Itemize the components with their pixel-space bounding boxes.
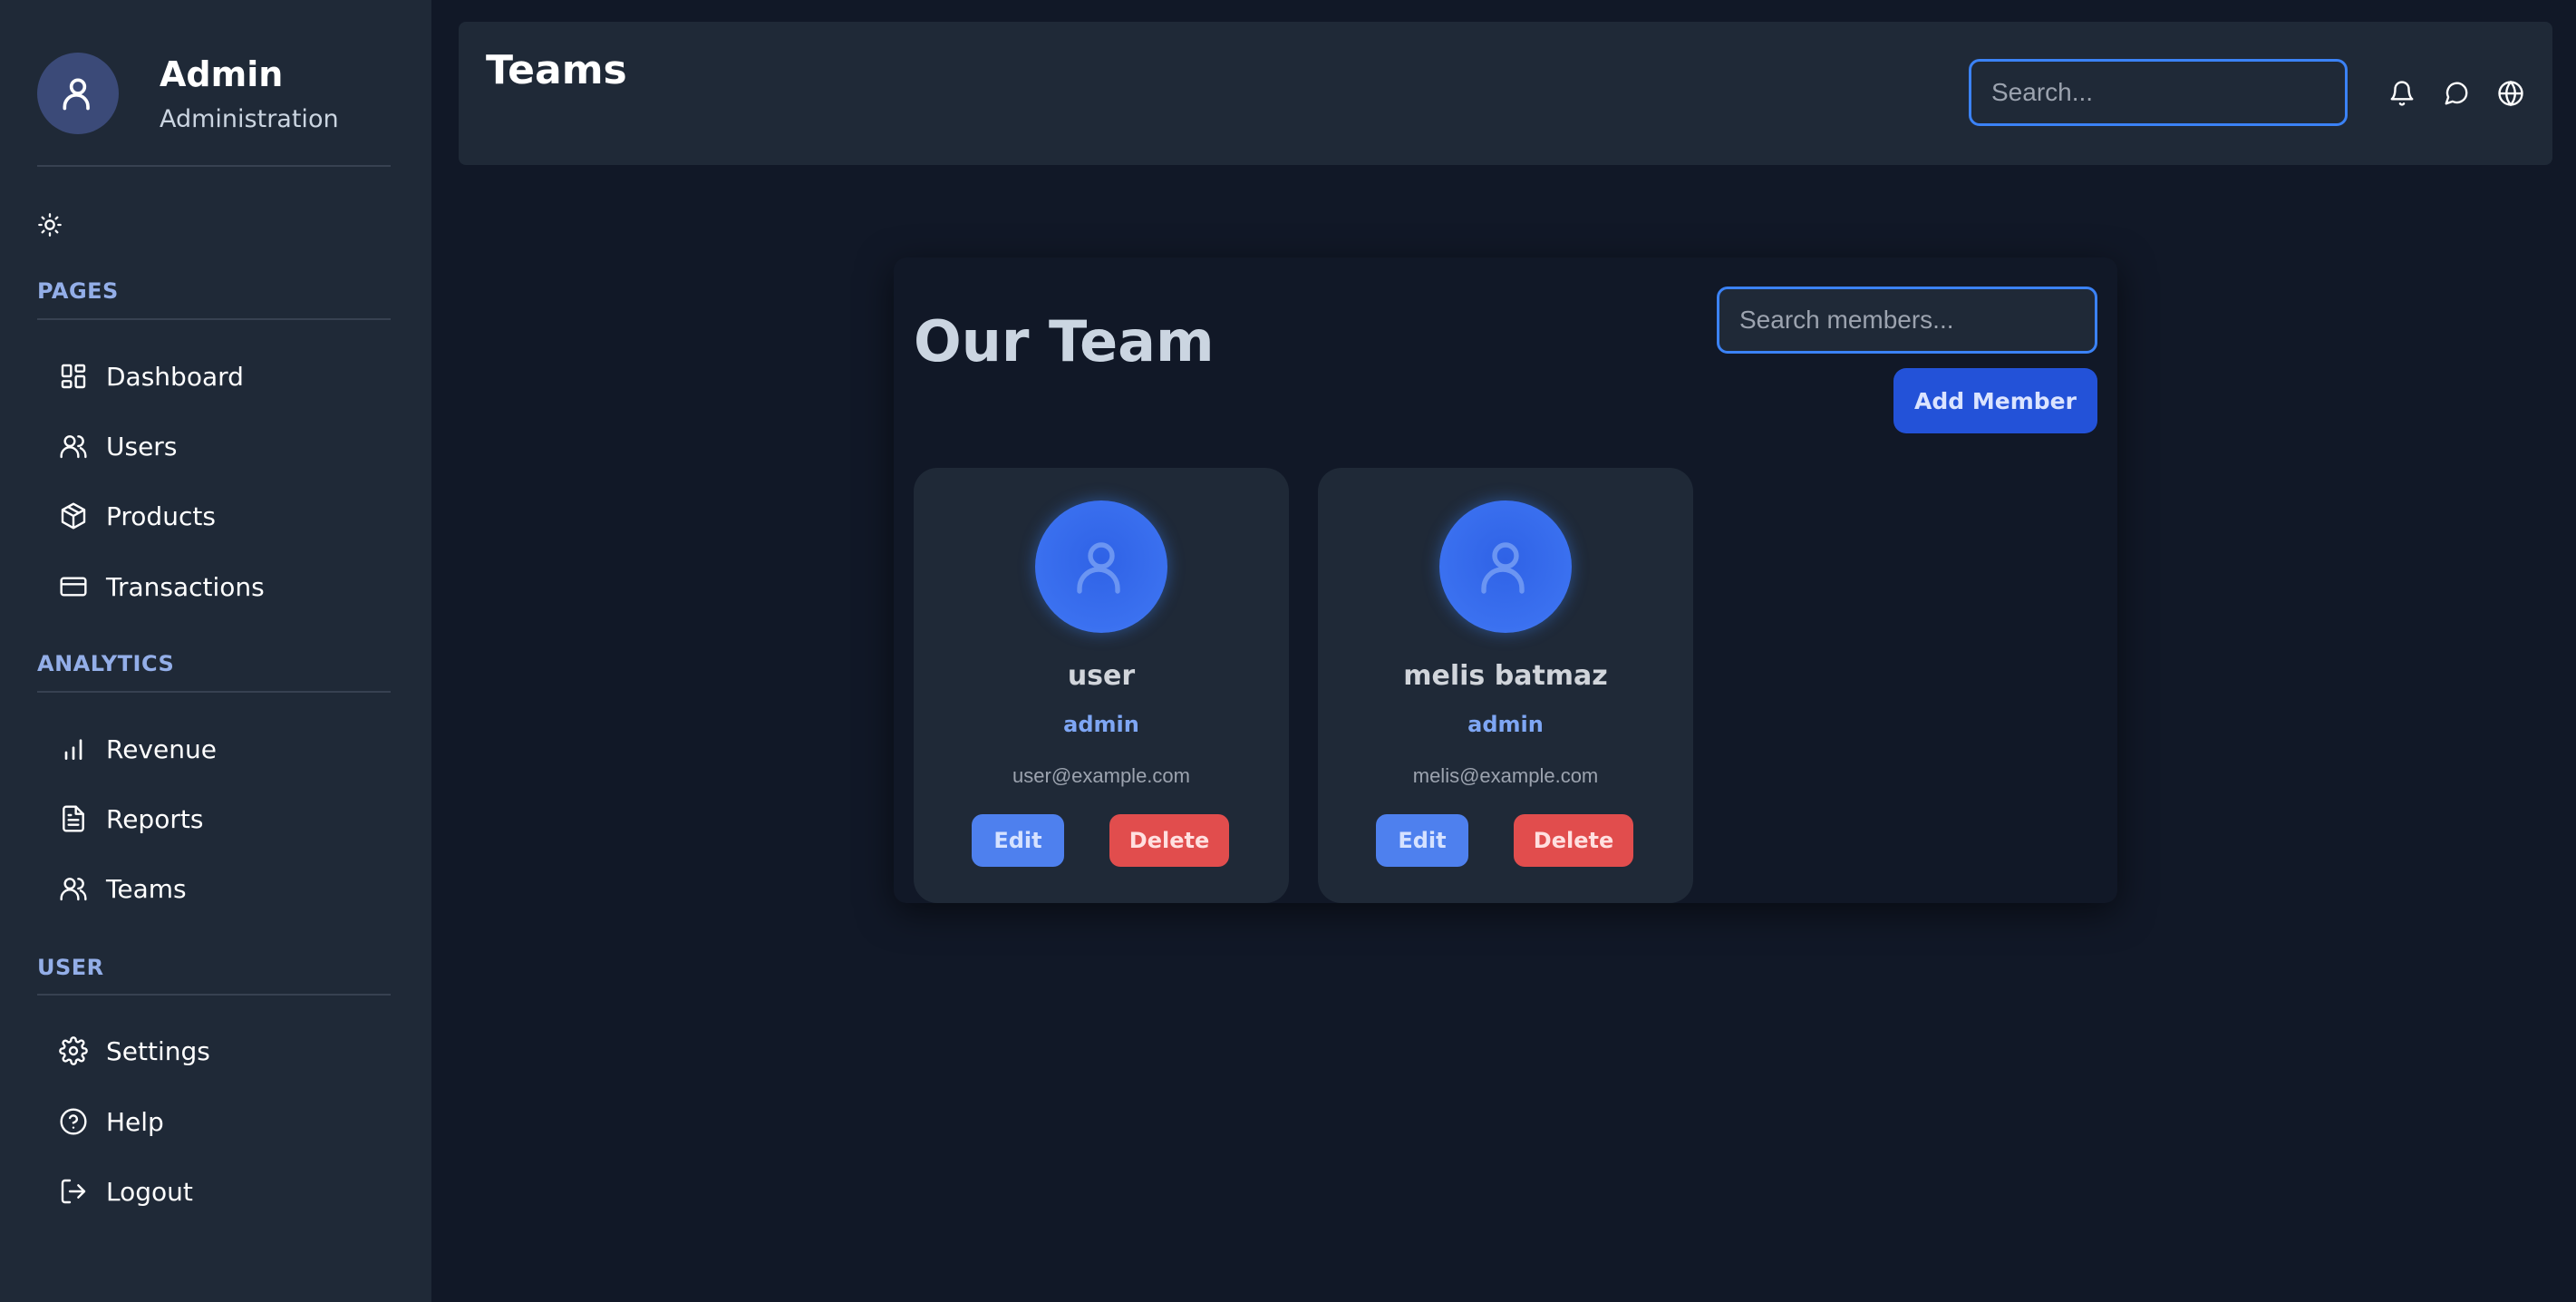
sidebar-item-label: Products xyxy=(106,500,216,531)
bar-chart-icon xyxy=(58,734,89,764)
user-icon xyxy=(63,78,90,111)
sidebar-item-dashboard[interactable]: Dashboard xyxy=(58,349,402,403)
sidebar-item-label: Logout xyxy=(106,1176,193,1207)
sidebar-item-label: Help xyxy=(106,1106,164,1137)
member-search-input[interactable] xyxy=(1717,287,2097,354)
language-button[interactable] xyxy=(2495,78,2526,109)
divider xyxy=(37,318,391,320)
sidebar-item-teams[interactable]: Teams xyxy=(58,861,402,916)
sidebar-item-products[interactable]: Products xyxy=(58,489,402,543)
gear-icon xyxy=(58,1035,89,1066)
delete-button[interactable]: Delete xyxy=(1514,814,1633,867)
sidebar-item-help[interactable]: Help xyxy=(58,1094,402,1149)
users-icon xyxy=(58,431,89,462)
bell-button[interactable] xyxy=(2387,78,2417,109)
edit-button[interactable]: Edit xyxy=(972,814,1064,867)
sidebar: Admin Administration PAGES Dashboard Use… xyxy=(0,0,431,1302)
sidebar-item-revenue[interactable]: Revenue xyxy=(58,722,402,776)
page-title: Teams xyxy=(486,47,627,93)
section-title-user: USER xyxy=(37,955,104,980)
bell-icon xyxy=(2390,81,2414,106)
add-member-button[interactable]: Add Member xyxy=(1893,368,2097,433)
section-title-pages: PAGES xyxy=(37,278,119,304)
sidebar-item-label: Reports xyxy=(106,803,204,834)
sidebar-item-label: Dashboard xyxy=(106,361,244,392)
profile: Admin Administration xyxy=(37,53,391,167)
chat-icon xyxy=(2445,82,2468,105)
logout-icon xyxy=(58,1176,89,1207)
delete-button[interactable]: Delete xyxy=(1109,814,1229,867)
sidebar-item-label: Teams xyxy=(106,873,187,904)
chat-button[interactable] xyxy=(2441,78,2472,109)
box-icon xyxy=(58,500,89,531)
member-avatar xyxy=(1035,500,1167,633)
member-email: melis@example.com xyxy=(1412,764,1599,787)
sun-icon xyxy=(38,213,62,237)
sidebar-item-logout[interactable]: Logout xyxy=(58,1164,402,1219)
sidebar-item-settings[interactable]: Settings xyxy=(58,1024,402,1078)
divider xyxy=(37,165,391,167)
users-icon xyxy=(58,873,89,904)
sidebar-item-label: Settings xyxy=(106,1035,210,1066)
sidebar-item-label: Users xyxy=(106,431,178,462)
member-card: user admin user@example.com Edit Delete xyxy=(914,468,1289,903)
profile-role: Administration xyxy=(160,105,339,133)
member-card: melis batmaz admin melis@example.com Edi… xyxy=(1318,468,1693,903)
member-role: admin xyxy=(1063,712,1139,737)
sidebar-item-label: Revenue xyxy=(106,734,217,764)
avatar[interactable] xyxy=(37,53,119,134)
top-bar: Teams xyxy=(459,22,2552,165)
team-heading: Our Team xyxy=(914,308,1215,374)
search-input[interactable] xyxy=(1969,59,2348,126)
member-name: user xyxy=(1067,660,1136,692)
theme-toggle[interactable] xyxy=(37,212,64,239)
help-circle-icon xyxy=(58,1106,89,1137)
bell-button[interactable] xyxy=(459,78,489,109)
sidebar-item-label: Transactions xyxy=(106,571,265,602)
dashboard-icon xyxy=(58,361,89,392)
sidebar-item-reports[interactable]: Reports xyxy=(58,792,402,846)
section-title-analytics: ANALYTICS xyxy=(37,651,175,676)
member-name: melis batmaz xyxy=(1403,660,1608,692)
member-avatar xyxy=(1439,500,1572,633)
team-panel: Our Team Add Member user admin user@exam… xyxy=(894,257,2117,903)
sidebar-item-users[interactable]: Users xyxy=(58,419,402,473)
globe-icon xyxy=(2498,80,2523,107)
sidebar-item-transactions[interactable]: Transactions xyxy=(58,559,402,614)
member-email: user@example.com xyxy=(1012,764,1190,787)
edit-button[interactable]: Edit xyxy=(1376,814,1468,867)
user-icon xyxy=(1077,542,1120,594)
profile-name: Admin xyxy=(160,54,284,94)
document-icon xyxy=(58,803,89,834)
divider xyxy=(37,691,391,693)
credit-card-icon xyxy=(58,571,89,602)
divider xyxy=(37,994,391,996)
user-icon xyxy=(1481,542,1525,594)
member-role: admin xyxy=(1467,712,1544,737)
